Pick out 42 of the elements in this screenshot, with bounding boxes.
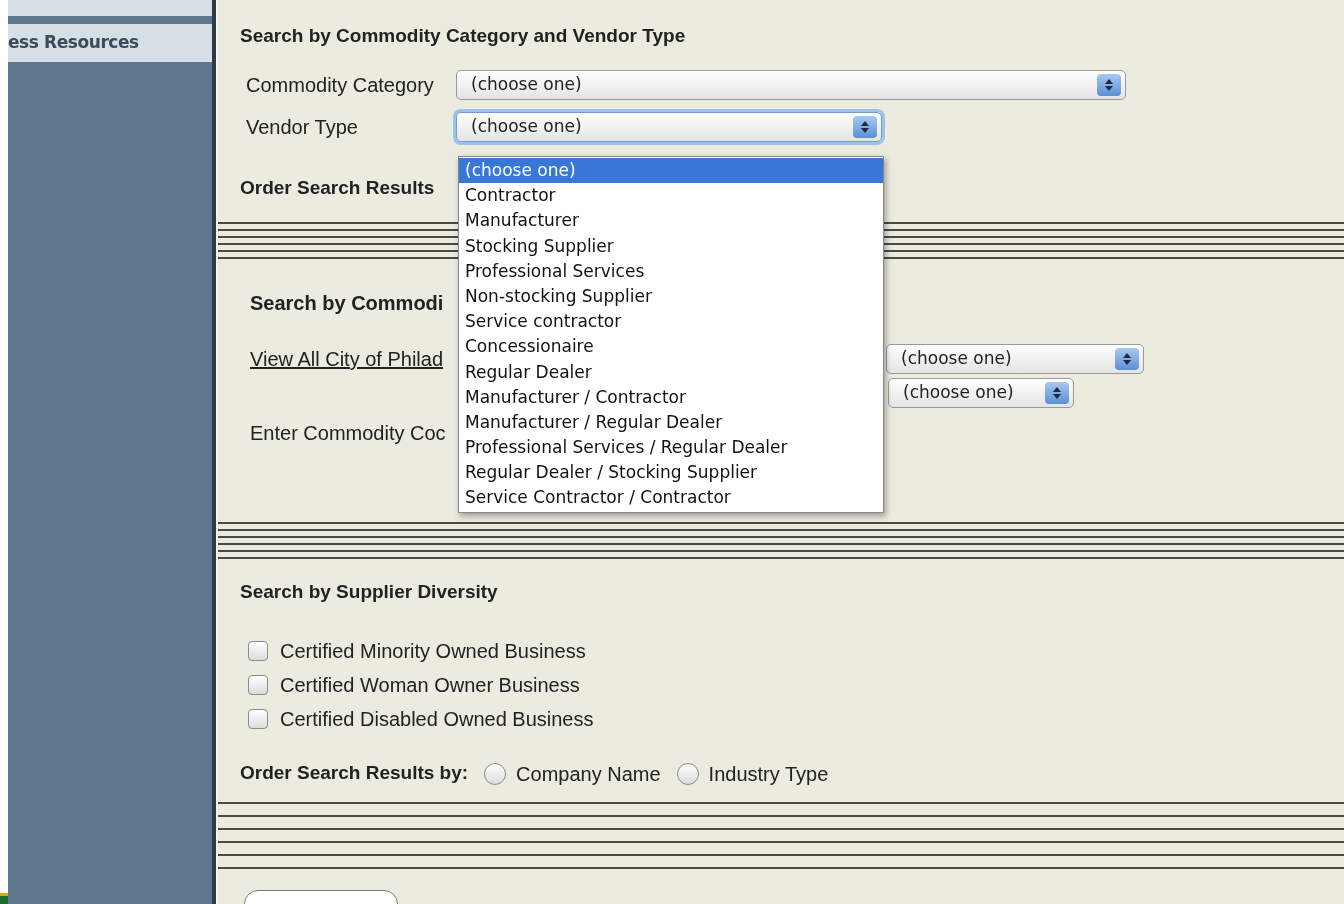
checkbox[interactable]: [248, 674, 268, 695]
stepper-icon: [1115, 348, 1139, 370]
dropdown-option[interactable]: Professional Services: [459, 258, 883, 284]
dropdown-option[interactable]: Manufacturer / Contractor: [459, 384, 883, 410]
stepper-icon: [1097, 74, 1121, 96]
dropdown-option[interactable]: Non-stocking Supplier: [459, 283, 883, 310]
sidebar-item[interactable]: ess Resources: [8, 24, 212, 62]
radio-label: Industry Type: [708, 761, 829, 787]
radio-button[interactable]: [676, 762, 699, 785]
field-label: Vendor Type: [246, 115, 359, 140]
section-title: Search by Commodi: [250, 291, 444, 316]
checkbox-label: Certified Minority Owned Business: [280, 638, 586, 664]
dropdown-option[interactable]: Service contractor: [459, 309, 883, 335]
dropdown-option[interactable]: Contractor: [459, 183, 883, 209]
section-title: Search by Commodity Category and Vendor Type: [240, 24, 687, 48]
dropdown-option[interactable]: Service Contractor / Contractor: [459, 485, 883, 511]
field-label: Commodity Category: [246, 73, 435, 98]
dropdown-option[interactable]: (choose one): [459, 158, 883, 184]
dropdown-option[interactable]: Concessionaire: [459, 334, 883, 360]
dropdown-option[interactable]: Regular Dealer: [459, 359, 883, 385]
select-field[interactable]: (choose one): [886, 344, 1144, 374]
section-label: Order Search Results by:: [240, 761, 469, 786]
select-field[interactable]: (choose one): [456, 70, 1126, 100]
stepper-icon: [1045, 382, 1069, 404]
radio-label: Company Name: [516, 761, 661, 787]
dropdown-option[interactable]: Regular Dealer / Stocking Supplier: [459, 460, 883, 486]
stepper-icon: [853, 116, 877, 138]
select-field[interactable]: (choose one): [888, 378, 1074, 408]
checkbox[interactable]: [248, 640, 268, 661]
select-field[interactable]: (choose one): [456, 112, 882, 142]
field-label: Enter Commodity Coc: [250, 421, 446, 446]
section-title: Search by Supplier Diversity: [240, 580, 498, 604]
section-label: Order Search Results: [240, 176, 435, 200]
dropdown-option[interactable]: Stocking Supplier: [459, 233, 883, 259]
dropdown-option[interactable]: Manufacturer: [459, 208, 883, 234]
checkbox[interactable]: [248, 708, 268, 729]
checkbox-label: Certified Woman Owner Business: [280, 672, 580, 698]
corner-graphic: [0, 893, 8, 904]
dropdown-option[interactable]: Professional Services / Regular Dealer: [459, 435, 883, 461]
dropdown-option[interactable]: Manufacturer / Regular Dealer: [459, 409, 883, 436]
radio-button[interactable]: [484, 762, 507, 785]
checkbox-label: Certified Disabled Owned Business: [280, 706, 594, 732]
